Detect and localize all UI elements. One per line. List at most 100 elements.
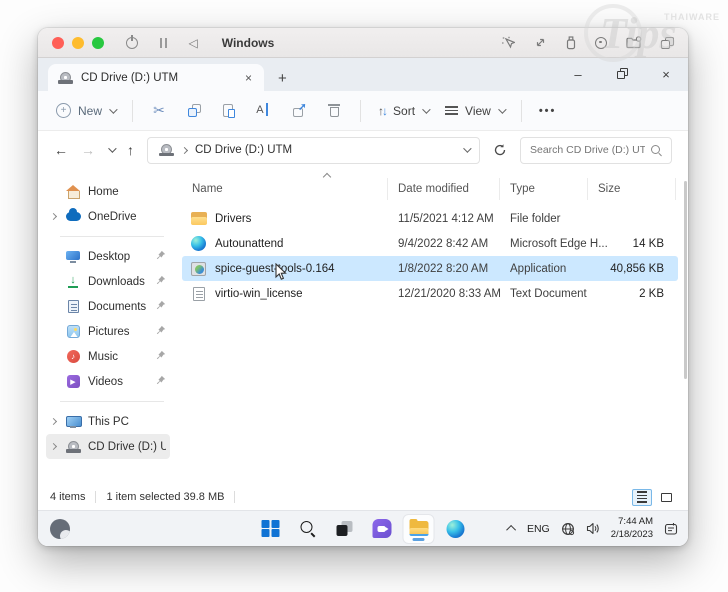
resize-display-icon[interactable] (534, 36, 547, 49)
size-cell: 2 KB (588, 288, 676, 300)
selection-info: 1 item selected 39.8 MB (106, 491, 224, 503)
back-icon[interactable]: ← (54, 142, 68, 158)
task-view-icon (337, 521, 353, 536)
taskbar-clock[interactable]: 7:44 AM 2/18/2023 (611, 516, 653, 541)
sidebar-item-label: Videos (88, 376, 149, 388)
column-header-date-modified[interactable]: Date modified (388, 178, 500, 200)
address-bar: ← → ↑ CD Drive (D:) UTM (38, 131, 688, 169)
view-label: View (465, 104, 491, 118)
notification-center-icon[interactable] (664, 522, 678, 536)
close-button[interactable]: × (644, 67, 688, 82)
table-row[interactable]: Drivers11/5/2021 4:12 AMFile folder (182, 206, 678, 231)
refresh-icon[interactable] (493, 143, 507, 157)
sidebar-item-desktop[interactable]: Desktop (46, 244, 170, 269)
rename-button[interactable]: A (255, 102, 273, 120)
breadcrumb-path[interactable]: CD Drive (D:) UTM (195, 144, 292, 156)
pin-icon (156, 300, 166, 313)
vm-screen: CD Drive (D:) UTM × + – × + New ✂ (38, 58, 688, 546)
sidebar-item-downloads[interactable]: ↓Downloads (46, 269, 170, 294)
table-row[interactable]: Autounattend9/4/2022 8:42 AMMicrosoft Ed… (182, 231, 678, 256)
column-header-name[interactable]: Name (182, 178, 388, 200)
cut-button[interactable]: ✂ (150, 102, 168, 120)
sidebar-item-documents[interactable]: Documents (46, 294, 170, 319)
breadcrumb[interactable]: CD Drive (D:) UTM (147, 137, 480, 164)
file-explorer-button[interactable] (404, 515, 434, 543)
task-view-button[interactable] (330, 515, 360, 543)
vm-power-icon[interactable] (126, 37, 138, 49)
delete-button[interactable] (325, 102, 343, 120)
size-cell: 40,856 KB (588, 263, 676, 275)
widgets-icon[interactable] (50, 519, 70, 539)
network-globe-icon[interactable] (561, 522, 575, 536)
up-icon[interactable]: ↑ (127, 142, 134, 158)
vm-pause-icon[interactable] (160, 38, 167, 48)
sidebar-item-thispc[interactable]: This PC (46, 409, 170, 434)
minimize-button[interactable]: – (556, 67, 600, 82)
sidebar-item-music[interactable]: ♪Music (46, 344, 170, 369)
desktop-icon (65, 251, 81, 263)
system-tray: ENG 7:44 AM 2/18/2023 (509, 516, 678, 541)
search-icon (651, 145, 662, 156)
mac-close-button[interactable] (52, 37, 64, 49)
recent-locations-icon[interactable] (108, 144, 116, 152)
address-dropdown-icon[interactable] (463, 144, 471, 152)
cd-drive-icon[interactable] (595, 37, 607, 49)
details-view-toggle[interactable] (632, 489, 652, 506)
paste-button[interactable] (220, 102, 238, 120)
file-rows: Drivers11/5/2021 4:12 AMFile folderAutou… (182, 206, 678, 306)
file-name: Drivers (215, 213, 251, 225)
videos-icon: ▶ (65, 375, 81, 388)
see-more-button[interactable]: ••• (539, 105, 557, 117)
icons-view-toggle[interactable] (656, 489, 676, 506)
new-tab-button[interactable]: + (278, 70, 287, 91)
language-indicator[interactable]: ENG (527, 523, 550, 535)
restore-button[interactable] (600, 67, 644, 82)
sort-button[interactable]: ↑↓ Sort (378, 104, 428, 118)
items-count: 4 items (50, 491, 85, 503)
new-button[interactable]: + New (56, 103, 115, 118)
sidebar-separator (60, 236, 164, 237)
expand-chevron-icon[interactable] (48, 214, 58, 219)
table-row[interactable]: virtio-win_license12/21/2020 8:33 AMText… (182, 281, 678, 306)
pin-icon (156, 275, 166, 288)
column-header-size[interactable]: Size (588, 178, 676, 200)
sidebar-item-onedrive[interactable]: OneDrive (46, 204, 170, 229)
copy-button[interactable] (185, 102, 203, 120)
taskbar-search-button[interactable] (293, 515, 323, 543)
sidebar-item-videos[interactable]: ▶ Videos (46, 369, 170, 394)
column-headers: NameDate modifiedTypeSize (182, 173, 678, 206)
shared-folder-icon[interactable] (626, 36, 642, 49)
expand-chevron-icon[interactable] (48, 419, 58, 424)
explorer-tab[interactable]: CD Drive (D:) UTM × (48, 64, 264, 91)
mac-minimize-button[interactable] (72, 37, 84, 49)
sidebar-item-pictures[interactable]: Pictures (46, 319, 170, 344)
expand-chevron-icon[interactable] (48, 444, 58, 449)
search-box[interactable] (520, 137, 672, 164)
mac-zoom-button[interactable] (92, 37, 104, 49)
view-button[interactable]: View (445, 104, 504, 118)
sort-arrows-icon: ↑↓ (378, 104, 386, 118)
start-button[interactable] (256, 515, 286, 543)
usb-icon[interactable] (566, 36, 576, 50)
capture-cursor-icon[interactable] (501, 36, 515, 50)
sidebar-item-label: Pictures (88, 326, 149, 338)
forward-icon[interactable]: → (81, 142, 95, 158)
table-row[interactable]: spice-guest-tools-0.1641/8/2022 8:20 AMA… (182, 256, 678, 281)
windows-copy-icon[interactable] (661, 37, 674, 49)
chat-button[interactable] (367, 515, 397, 543)
tab-close-icon[interactable]: × (242, 71, 255, 85)
command-toolbar: + New ✂ A ➚ ↑↓ Sort Vi (38, 91, 688, 131)
column-header-type[interactable]: Type (500, 178, 588, 200)
share-button[interactable]: ➚ (290, 102, 308, 120)
sidebar-item-home[interactable]: Home (46, 179, 170, 204)
edge-button[interactable] (441, 515, 471, 543)
volume-icon[interactable] (586, 522, 600, 535)
size-cell: 14 KB (588, 238, 676, 250)
hidden-icons-chevron[interactable] (506, 525, 516, 535)
type-cell: Application (500, 263, 588, 275)
search-input[interactable] (530, 144, 645, 156)
date-modified-cell: 9/4/2022 8:42 AM (388, 238, 500, 250)
sidebar-item-cddrive[interactable]: CD Drive (D:) UTM (46, 434, 170, 459)
chevron-down-icon (109, 105, 117, 113)
vm-back-triangle-icon[interactable]: ◁ (189, 37, 198, 49)
